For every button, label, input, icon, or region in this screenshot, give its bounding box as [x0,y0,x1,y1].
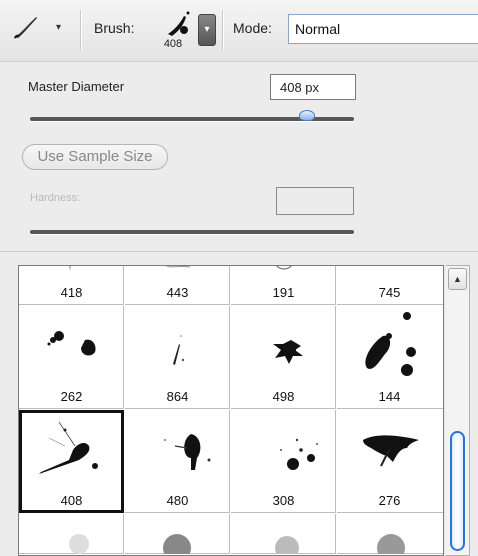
hardness-input[interactable] [276,187,354,215]
mode-label: Mode: [233,20,272,36]
brush-preset[interactable] [19,514,124,554]
brush-preset[interactable]: 144 [337,306,443,409]
brush-preset[interactable]: 276 [337,410,443,513]
divider [80,10,81,50]
brush-preset-area: 418 443 191 745 262 864 498 144 408 480 … [0,253,478,556]
brush-preset[interactable]: 745 [337,266,443,305]
brush-options-bar: ▾ Brush: 408 ▾ Mode: Normal [0,0,478,62]
scroll-up-arrow-icon[interactable]: ▲ [448,268,467,290]
brush-preset[interactable]: 498 [231,306,336,409]
mode-select[interactable]: Normal [288,14,478,44]
brush-preset-size: 864 [166,389,189,404]
master-diameter-label: Master Diameter [28,79,125,94]
brush-grid-scrollbar[interactable]: ▲ [446,265,470,556]
brush-label: Brush: [94,20,135,36]
brush-picker-button[interactable]: ▾ [198,14,216,46]
master-diameter-input[interactable]: 408 px [270,74,356,100]
brush-preset[interactable]: 480 [125,410,230,513]
brush-preset-size: 408 [60,493,83,508]
hardness-slider[interactable] [30,230,354,234]
brush-preset-size: 745 [378,285,401,300]
brush-preset[interactable] [125,514,230,554]
brush-preset-size: 480 [166,493,189,508]
brush-preset[interactable]: 864 [125,306,230,409]
brush-preset[interactable] [231,514,336,554]
brush-preset-size: 498 [272,389,295,404]
use-sample-size-button[interactable]: Use Sample Size [22,144,168,170]
brush-preset[interactable]: 308 [231,410,336,513]
brush-preset[interactable]: 191 [231,266,336,305]
scroll-thumb[interactable] [450,431,465,551]
divider [222,10,223,50]
master-diameter-slider-thumb[interactable] [299,110,315,121]
brush-preset[interactable]: 443 [125,266,230,305]
brush-settings-panel: Master Diameter 408 px Use Sample Size H… [0,62,478,252]
brush-preset-size: 262 [60,389,83,404]
brush-preset-size: 276 [378,493,401,508]
brush-preset[interactable]: 418 [19,266,124,305]
brush-preset[interactable] [337,514,443,554]
brush-preset[interactable]: 262 [19,306,124,409]
brush-preset-grid: 418 443 191 745 262 864 498 144 408 480 … [18,265,444,556]
brush-preset-selected[interactable]: 408 [19,410,124,513]
brush-size-value: 408 [163,38,183,50]
brush-preset-size: 308 [272,493,295,508]
brush-preset-size: 144 [378,389,401,404]
brush-preset-size: 191 [272,285,295,300]
brush-preset-size: 418 [60,285,83,300]
brush-tool-icon[interactable] [12,14,40,40]
tool-preset-dropdown-icon[interactable]: ▾ [56,22,61,33]
hardness-label: Hardness: [30,192,81,204]
brush-preset-size: 443 [166,285,189,300]
